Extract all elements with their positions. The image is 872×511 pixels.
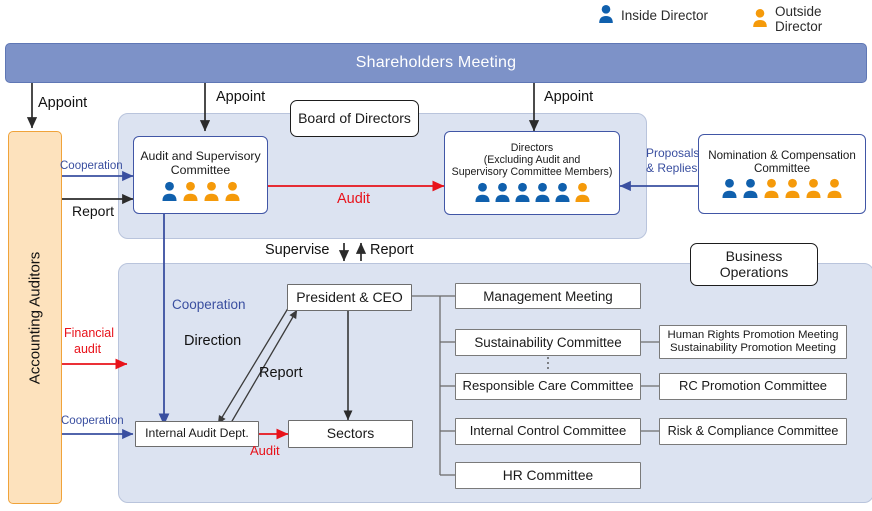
person-icon-inside: [161, 181, 177, 201]
person-icon-inside: [474, 182, 490, 202]
subcommittee-label: RC Promotion Committee: [678, 378, 828, 394]
nomination-compensation-committee-box[interactable]: Nomination & Compensation Committee: [698, 134, 866, 214]
edge-label-appoint-audit-committee: Appoint: [216, 89, 266, 105]
edge-label-audit-internal: Audit: [250, 443, 280, 458]
governance-diagram: Inside Director Outside Director Shareho…: [0, 0, 872, 511]
board-of-directors-label[interactable]: Board of Directors: [290, 100, 419, 137]
legend-outside-label: Outside Director: [775, 4, 823, 34]
committee-responsible-care[interactable]: Responsible Care Committee: [455, 373, 641, 400]
edge-label-audit-board: Audit: [337, 191, 371, 207]
committee-label: Internal Control Committee: [469, 423, 627, 439]
edge-label-appoint-auditors: Appoint: [38, 95, 88, 111]
directors-box[interactable]: Directors (Excluding Audit and Superviso…: [444, 131, 620, 215]
nomination-committee-title-line2: Committee: [753, 162, 811, 175]
board-of-directors-title: Board of Directors: [298, 109, 411, 126]
person-icon-outside: [574, 182, 590, 202]
edge-label-financial-audit-line2: audit: [74, 342, 102, 356]
edge-label-cooperation-top: Cooperation: [60, 160, 123, 172]
edge-label-report-ceo: Report: [259, 365, 303, 381]
edge-label-appoint-directors: Appoint: [544, 89, 594, 105]
subcommittee-label-line2: Sustainability Promotion Meeting: [670, 342, 836, 354]
person-icon-inside: [743, 178, 758, 198]
edge-label-report-auditors: Report: [72, 203, 115, 219]
legend-inside-director: Inside Director: [598, 4, 708, 27]
legend-outside-director: Outside Director: [752, 4, 872, 34]
person-icon-inside: [494, 182, 510, 202]
business-operations-title-line2: Operations: [719, 263, 789, 280]
subcommittee-sustainability-meetings[interactable]: Human Rights Promotion Meeting Sustainab…: [659, 325, 847, 359]
person-icon: [752, 8, 768, 31]
edge-label-direction: Direction: [184, 333, 242, 349]
president-ceo-box[interactable]: President & CEO: [287, 284, 412, 311]
directors-title-line3: Supervisory Committee Members): [451, 165, 613, 178]
edge-label-proposals-line2: & Replies: [646, 161, 698, 175]
business-operations-label[interactable]: Business Operations: [690, 243, 818, 286]
person-icon-outside: [806, 178, 821, 198]
committee-label: Responsible Care Committee: [462, 378, 634, 394]
sectors-label: Sectors: [326, 425, 375, 442]
edge-label-supervise: Supervise: [265, 242, 330, 258]
person-icon-inside: [514, 182, 530, 202]
edge-label-financial-audit-line1: Financial: [64, 326, 115, 340]
committee-label: Sustainability Committee: [474, 335, 622, 350]
accounting-auditors-title: Accounting Auditors: [26, 251, 44, 384]
person-icon: [598, 4, 614, 27]
subcommittee-label: Risk & Compliance Committee: [667, 424, 839, 439]
person-icon-outside: [182, 181, 198, 201]
shareholders-meeting-title: Shareholders Meeting: [355, 54, 517, 72]
audit-committee-members: [161, 181, 241, 202]
committee-label: Management Meeting: [483, 288, 613, 304]
edge-label-proposals-line1: Proposals: [646, 146, 700, 160]
subcommittee-label-line1: Human Rights Promotion Meeting: [667, 329, 839, 342]
subcommittee-rc-promotion[interactable]: RC Promotion Committee: [659, 373, 847, 400]
committee-internal-control[interactable]: Internal Control Committee: [455, 418, 641, 445]
audit-and-supervisory-committee-box[interactable]: Audit and Supervisory Committee: [133, 136, 268, 214]
accounting-auditors-box[interactable]: Accounting Auditors: [8, 131, 62, 504]
nomination-committee-title-line1: Nomination & Compensation: [708, 149, 856, 163]
edge-label-report-board: Report: [370, 242, 414, 258]
nomination-committee-members: [721, 178, 843, 199]
internal-audit-dept-box[interactable]: Internal Audit Dept.: [135, 421, 259, 447]
edge-label-cooperation-bottom: Cooperation: [61, 415, 124, 427]
person-icon-outside: [785, 178, 800, 198]
internal-audit-dept-label: Internal Audit Dept.: [145, 426, 249, 441]
person-icon-inside: [534, 182, 550, 202]
audit-committee-title-line1: Audit and Supervisory: [140, 149, 261, 164]
person-icon-outside: [764, 178, 779, 198]
subcommittee-risk-compliance[interactable]: Risk & Compliance Committee: [659, 418, 847, 445]
edge-label-cooperation-mid: Cooperation: [172, 297, 246, 312]
shareholders-meeting-bar[interactable]: Shareholders Meeting: [5, 43, 867, 83]
person-icon-inside: [722, 178, 737, 198]
person-icon-outside: [203, 181, 219, 201]
person-icon-inside: [554, 182, 570, 202]
sectors-box[interactable]: Sectors: [288, 420, 413, 448]
president-ceo-label: President & CEO: [296, 288, 403, 305]
committee-management-meeting[interactable]: Management Meeting: [455, 283, 641, 309]
legend-inside-label: Inside Director: [621, 8, 709, 23]
committee-sustainability[interactable]: Sustainability Committee: [455, 329, 641, 356]
directors-members: [474, 182, 591, 203]
committee-hr[interactable]: HR Committee: [455, 462, 641, 489]
person-icon-outside: [827, 178, 842, 198]
business-operations-title-line1: Business: [725, 247, 783, 264]
audit-committee-title-line2: Committee: [170, 163, 231, 177]
committee-label: HR Committee: [502, 467, 594, 483]
person-icon-outside: [224, 181, 240, 201]
